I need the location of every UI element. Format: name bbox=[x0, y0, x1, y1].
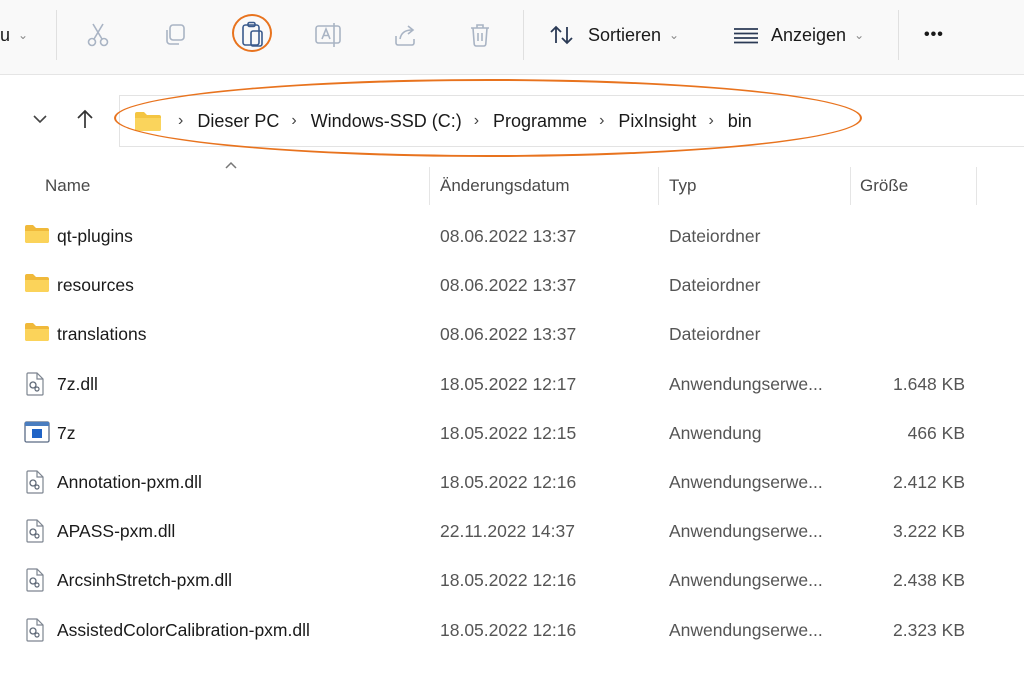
more-options-button[interactable]: ••• bbox=[924, 14, 944, 56]
file-name: 7z.dll bbox=[57, 373, 98, 394]
column-divider[interactable] bbox=[429, 167, 430, 205]
scissors-icon bbox=[87, 23, 109, 47]
file-name: APASS-pxm.dll bbox=[57, 521, 176, 542]
file-type: Anwendungserwe... bbox=[669, 373, 823, 394]
column-header-type[interactable]: Typ bbox=[669, 176, 696, 196]
toolbar-divider bbox=[56, 10, 57, 60]
file-name: resources bbox=[57, 275, 134, 296]
view-button[interactable]: Anzeigen ⌄ bbox=[733, 14, 864, 56]
cut-button[interactable] bbox=[86, 14, 110, 56]
arrow-up-icon bbox=[77, 109, 93, 128]
more-options-icon: ••• bbox=[924, 26, 944, 43]
chevron-down-icon: ⌄ bbox=[669, 28, 680, 42]
file-size: 2.438 KB bbox=[893, 570, 965, 591]
file-name: AssistedColorCalibration-pxm.dll bbox=[57, 619, 310, 640]
new-menu-label: u bbox=[0, 24, 11, 45]
dll-file-icon bbox=[24, 617, 46, 647]
application-icon bbox=[24, 421, 50, 448]
file-type: Anwendungserwe... bbox=[669, 472, 823, 492]
dll-file-icon bbox=[24, 470, 46, 499]
file-name: translations bbox=[57, 324, 147, 345]
rename-icon bbox=[315, 23, 341, 47]
sort-ascending-icon bbox=[225, 161, 237, 169]
share-button[interactable] bbox=[392, 14, 418, 56]
file-type: Anwendung bbox=[669, 422, 762, 443]
file-name: 7z bbox=[57, 422, 76, 443]
file-name: Annotation-pxm.dll bbox=[57, 472, 202, 492]
trash-icon bbox=[471, 24, 489, 47]
chevron-down-icon: ⌄ bbox=[18, 28, 29, 42]
view-label: Anzeigen bbox=[771, 24, 847, 45]
column-divider[interactable] bbox=[850, 167, 851, 205]
file-date: 08.06.2022 13:37 bbox=[440, 324, 577, 345]
folder-icon bbox=[24, 322, 50, 347]
file-date: 18.05.2022 12:16 bbox=[440, 619, 577, 640]
paste-highlight-circle bbox=[232, 14, 272, 52]
file-row[interactable]: Annotation-pxm.dll 18.05.2022 12:16 Anwend… bbox=[0, 458, 1024, 507]
file-type: Dateiordner bbox=[669, 324, 761, 345]
dll-file-icon bbox=[24, 519, 46, 548]
file-size: 466 KB bbox=[907, 422, 965, 443]
file-row[interactable]: translations 08.06.2022 13:37 Dateiordner bbox=[0, 310, 1024, 359]
column-divider[interactable] bbox=[658, 167, 659, 205]
file-size: 2.323 KB bbox=[893, 619, 965, 640]
file-row[interactable]: qt-plugins 08.06.2022 13:37 Dateiordner bbox=[0, 212, 1024, 261]
file-row[interactable]: ArcsinhStretch-pxm.dll 18.05.2022 12:16 An… bbox=[0, 556, 1024, 605]
file-type: Anwendungserwe... bbox=[669, 521, 823, 542]
address-highlight-ellipse bbox=[114, 79, 862, 157]
folder-icon bbox=[24, 224, 50, 249]
file-date: 18.05.2022 12:15 bbox=[440, 422, 577, 443]
file-row[interactable]: AssistedColorCalibration-pxm.dll 18.05.20… bbox=[0, 606, 1024, 655]
sort-label: Sortieren bbox=[588, 24, 662, 45]
file-type: Anwendungserwe... bbox=[669, 570, 823, 591]
view-list-icon bbox=[734, 28, 758, 44]
up-button[interactable] bbox=[70, 104, 100, 134]
file-type: Anwendungserwe... bbox=[669, 619, 823, 640]
delete-button[interactable] bbox=[468, 14, 492, 56]
column-header-name[interactable]: Name bbox=[45, 176, 90, 196]
rename-button[interactable] bbox=[314, 14, 342, 56]
file-row[interactable]: 7z 18.05.2022 12:15 Anwendung 466 KB bbox=[0, 409, 1024, 458]
file-row[interactable]: resources 08.06.2022 13:37 Dateiordner bbox=[0, 261, 1024, 310]
dll-file-icon bbox=[24, 371, 46, 401]
toolbar-divider bbox=[898, 10, 899, 60]
folder-icon bbox=[24, 273, 50, 298]
sort-icon bbox=[550, 25, 573, 45]
chevron-down-icon bbox=[33, 115, 47, 124]
file-row[interactable]: APASS-pxm.dll 22.11.2022 14:37 Anwendungse… bbox=[0, 507, 1024, 556]
file-date: 18.05.2022 12:17 bbox=[440, 373, 577, 394]
share-icon bbox=[395, 25, 415, 46]
toolbar-divider bbox=[523, 10, 524, 60]
file-type: Dateiordner bbox=[669, 275, 761, 296]
file-date: 18.05.2022 12:16 bbox=[440, 570, 577, 591]
recent-locations-button[interactable] bbox=[25, 104, 55, 134]
file-date: 08.06.2022 13:37 bbox=[440, 226, 577, 246]
copy-icon bbox=[166, 24, 185, 45]
sort-button[interactable]: Sortieren ⌄ bbox=[548, 14, 679, 56]
column-divider[interactable] bbox=[976, 167, 977, 205]
file-size: 1.648 KB bbox=[893, 373, 965, 394]
file-date: 22.11.2022 14:37 bbox=[440, 521, 575, 542]
column-header-size[interactable]: Größe bbox=[860, 176, 908, 196]
file-type: Dateiordner bbox=[669, 226, 761, 246]
file-date: 08.06.2022 13:37 bbox=[440, 275, 577, 296]
copy-button[interactable] bbox=[162, 14, 188, 56]
new-menu-button[interactable]: u ⌄ bbox=[0, 14, 28, 56]
dll-file-icon bbox=[24, 568, 46, 597]
chevron-down-icon: ⌄ bbox=[854, 28, 865, 42]
file-name: ArcsinhStretch-pxm.dll bbox=[57, 570, 233, 591]
column-header-date[interactable]: Änderungsdatum bbox=[440, 176, 569, 196]
file-size: 2.412 KB bbox=[893, 472, 965, 492]
file-size: 3.222 KB bbox=[893, 521, 965, 542]
file-row[interactable]: 7z.dll 18.05.2022 12:17 Anwendungserwe... 1… bbox=[0, 360, 1024, 409]
file-name: qt-plugins bbox=[57, 226, 133, 246]
file-date: 18.05.2022 12:16 bbox=[440, 472, 577, 492]
command-bar: u ⌄ Sortieren ⌄ Anzeigen ⌄ ••• bbox=[0, 0, 1024, 75]
